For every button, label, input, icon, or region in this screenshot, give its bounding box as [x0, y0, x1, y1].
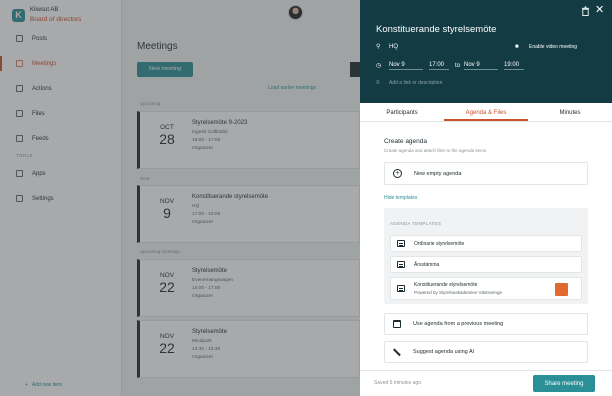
- new-empty-agenda-label: New empty agenda: [414, 170, 462, 177]
- template-name: Årsstämma: [414, 261, 440, 268]
- description-field[interactable]: ≡ Add a link or description: [376, 80, 442, 86]
- templates-label: AGENDA TEMPLATES: [390, 221, 442, 226]
- template-item[interactable]: Ordinarie styrelsemöte: [390, 235, 582, 252]
- description-placeholder: Add a link or description: [389, 80, 443, 86]
- clock-icon: ◷: [376, 63, 382, 69]
- panel-title[interactable]: Konstituerande styrelsemöte: [376, 24, 496, 35]
- video-label: Enable video meeting: [529, 44, 578, 50]
- template-provider: Powered by Styrelseakademien Västsvenge: [414, 290, 503, 295]
- meeting-panel: ✕ Konstituerande styrelsemöte ⚲ HQ ■ Ena…: [360, 0, 612, 396]
- start-date-field[interactable]: Nov 9: [389, 62, 423, 70]
- video-camera-icon: ■: [515, 44, 519, 50]
- trash-icon[interactable]: [581, 6, 590, 16]
- agenda-templates-box: AGENDA TEMPLATES Ordinarie styrelsemöte …: [384, 208, 588, 304]
- location-value: HQ: [389, 44, 398, 50]
- start-time-field[interactable]: 17:00: [429, 62, 449, 70]
- agenda-icon: [397, 240, 405, 247]
- modal-overlay[interactable]: [0, 0, 360, 396]
- tab-minutes[interactable]: Minutes: [528, 104, 612, 121]
- template-item[interactable]: Konstituerande styrelsemöte Powered by S…: [390, 277, 582, 300]
- use-previous-agenda-button[interactable]: Use agenda from a previous meeting: [384, 313, 588, 335]
- use-previous-label: Use agenda from a previous meeting: [413, 321, 504, 327]
- template-name: Konstituerande styrelsemöte: [414, 282, 478, 288]
- panel-tabs: Participants Agenda & Files Minutes: [360, 104, 612, 122]
- template-name: Ordinarie styrelsemöte: [414, 240, 465, 247]
- panel-header: ✕ Konstituerande styrelsemöte ⚲ HQ ■ Ena…: [360, 0, 612, 103]
- text-icon: ≡: [376, 80, 380, 86]
- provider-logo: [555, 283, 568, 296]
- close-icon[interactable]: ✕: [595, 5, 604, 16]
- share-meeting-button[interactable]: Share meeting: [533, 375, 595, 392]
- new-empty-agenda-button[interactable]: + New empty agenda: [384, 162, 588, 185]
- datetime-row: ◷ Nov 9 17:00 to Nov 9 19:00: [376, 62, 525, 70]
- hide-templates-link[interactable]: Hide templates: [384, 195, 417, 201]
- agenda-icon: [397, 261, 405, 268]
- create-agenda-subtitle: Create agenda and attach files to the ag…: [384, 148, 487, 153]
- end-date-field[interactable]: Nov 9: [464, 62, 499, 70]
- video-toggle[interactable]: ■ Enable video meeting: [515, 44, 577, 50]
- saved-status: Saved 5 minutes ago: [374, 380, 421, 386]
- agenda-icon: [397, 285, 405, 292]
- end-time-field[interactable]: 19:00: [504, 62, 525, 70]
- panel-footer: Saved 5 minutes ago Share meeting: [360, 370, 612, 396]
- to-label: to: [455, 63, 461, 69]
- suggest-ai-label: Suggest agenda using AI: [413, 349, 475, 355]
- magic-wand-icon: [393, 348, 401, 356]
- tab-agenda-files[interactable]: Agenda & Files: [444, 104, 528, 121]
- suggest-ai-agenda-button[interactable]: Suggest agenda using AI: [384, 341, 588, 363]
- location-field[interactable]: ⚲ HQ: [376, 44, 398, 50]
- plus-circle-icon: +: [393, 169, 402, 178]
- calendar-icon: [393, 320, 401, 328]
- template-item[interactable]: Årsstämma: [390, 256, 582, 273]
- create-agenda-title: Create agenda: [384, 138, 428, 145]
- location-pin-icon: ⚲: [376, 44, 381, 50]
- tab-participants[interactable]: Participants: [360, 104, 444, 121]
